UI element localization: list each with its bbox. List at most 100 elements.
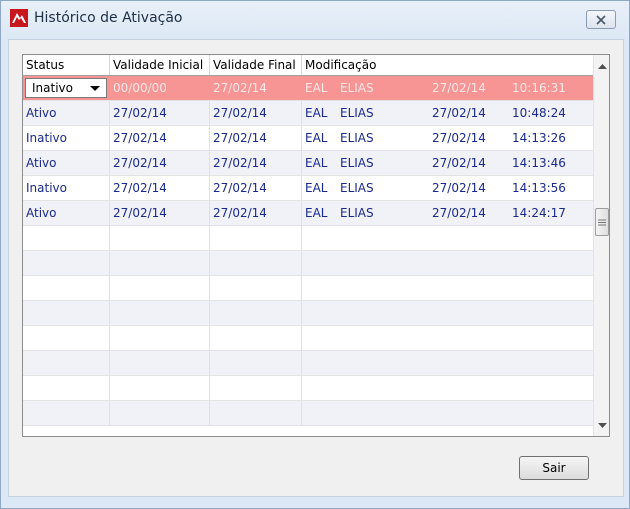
table-row-empty[interactable]: [23, 301, 593, 326]
cell-user-name[interactable]: ELIAS: [337, 76, 429, 100]
empty-cell[interactable]: [23, 251, 110, 275]
cell-validade-inicial[interactable]: 00/00/00: [110, 76, 210, 100]
empty-cell[interactable]: [23, 226, 110, 250]
cell-user-name[interactable]: ELIAS: [337, 126, 429, 150]
cell-user-name[interactable]: ELIAS: [337, 151, 429, 175]
cell-validade-final[interactable]: 27/02/14: [210, 101, 302, 125]
window-title: Histórico de Ativação: [34, 10, 183, 26]
cell-mod-date[interactable]: 27/02/14: [429, 126, 509, 150]
cell-status[interactable]: Ativo: [23, 201, 110, 225]
cell-validade-final[interactable]: 27/02/14: [210, 176, 302, 200]
table-row[interactable]: Ativo 27/02/14 27/02/14 EAL ELIAS 27/02/…: [23, 151, 593, 176]
cell-user-code[interactable]: EAL: [302, 101, 337, 125]
empty-cell[interactable]: [210, 226, 302, 250]
empty-cell[interactable]: [110, 276, 210, 300]
cell-mod-time[interactable]: 14:13:56: [509, 176, 593, 200]
table-row-empty[interactable]: [23, 326, 593, 351]
app-icon: [10, 9, 28, 27]
empty-cell[interactable]: [23, 301, 110, 325]
exit-button[interactable]: Sair: [519, 456, 589, 480]
cell-validade-final[interactable]: 27/02/14: [210, 126, 302, 150]
empty-cell[interactable]: [210, 276, 302, 300]
cell-user-code[interactable]: EAL: [302, 176, 337, 200]
scroll-up-button[interactable]: [594, 57, 609, 74]
cell-user-code[interactable]: EAL: [302, 126, 337, 150]
empty-cell[interactable]: [210, 326, 302, 350]
table-row-empty[interactable]: [23, 376, 593, 401]
empty-cell[interactable]: [110, 351, 210, 375]
cell-user-name[interactable]: ELIAS: [337, 176, 429, 200]
table-row[interactable]: Ativo 27/02/14 27/02/14 EAL ELIAS 27/02/…: [23, 101, 593, 126]
table-row[interactable]: Ativo 27/02/14 27/02/14 EAL ELIAS 27/02/…: [23, 201, 593, 226]
empty-cell[interactable]: [110, 251, 210, 275]
cell-validade-final[interactable]: 27/02/14: [210, 151, 302, 175]
table-row[interactable]: Inativo 27/02/14 27/02/14 EAL ELIAS 27/0…: [23, 126, 593, 151]
scroll-down-icon: [598, 422, 607, 428]
cell-status[interactable]: Inativo: [23, 176, 110, 200]
cell-validade-inicial[interactable]: 27/02/14: [110, 126, 210, 150]
cell-mod-date[interactable]: 27/02/14: [429, 151, 509, 175]
cell-validade-inicial[interactable]: 27/02/14: [110, 176, 210, 200]
grid-header: Status Validade Inicial Validade Final M…: [23, 55, 593, 76]
cell-status[interactable]: Inativo: [23, 126, 110, 150]
empty-cell[interactable]: [23, 401, 110, 425]
header-validade-final[interactable]: Validade Final: [210, 55, 302, 75]
cell-mod-time[interactable]: 14:13:46: [509, 151, 593, 175]
cell-mod-date[interactable]: 27/02/14: [429, 76, 509, 100]
cell-user-code[interactable]: EAL: [302, 151, 337, 175]
cell-validade-final[interactable]: 27/02/14: [210, 201, 302, 225]
scroll-down-button[interactable]: [594, 417, 609, 434]
cell-status[interactable]: Ativo: [23, 101, 110, 125]
empty-cell[interactable]: [110, 326, 210, 350]
cell-user-name[interactable]: ELIAS: [337, 201, 429, 225]
cell-mod-date[interactable]: 27/02/14: [429, 176, 509, 200]
empty-cell[interactable]: [210, 301, 302, 325]
window: Histórico de Ativação Status Validade In…: [0, 0, 630, 509]
client-area: Status Validade Inicial Validade Final M…: [8, 39, 624, 497]
table-row[interactable]: Inativo 27/02/14 27/02/14 EAL ELIAS 27/0…: [23, 176, 593, 201]
table-row-empty[interactable]: [23, 226, 593, 251]
cell-validade-inicial[interactable]: 27/02/14: [110, 151, 210, 175]
header-status[interactable]: Status: [23, 55, 110, 75]
cell-status[interactable]: Ativo: [23, 151, 110, 175]
empty-cell[interactable]: [110, 226, 210, 250]
cell-validade-inicial[interactable]: 27/02/14: [110, 101, 210, 125]
table-row-empty[interactable]: [23, 351, 593, 376]
empty-cell[interactable]: [110, 401, 210, 425]
dropdown-arrow-icon[interactable]: [90, 86, 100, 91]
grid-rows: Inativo 00/00/00 27/02/14 EAL ELIAS 27/0…: [23, 76, 593, 426]
cell-validade-final[interactable]: 27/02/14: [210, 76, 302, 100]
cell-user-code[interactable]: EAL: [302, 201, 337, 225]
history-grid[interactable]: Status Validade Inicial Validade Final M…: [22, 54, 610, 437]
empty-cell[interactable]: [210, 351, 302, 375]
empty-cell[interactable]: [23, 351, 110, 375]
empty-cell[interactable]: [110, 376, 210, 400]
cell-mod-time[interactable]: 10:16:31: [509, 76, 593, 100]
header-validade-inicial[interactable]: Validade Inicial: [110, 55, 210, 75]
empty-cell[interactable]: [23, 276, 110, 300]
empty-cell[interactable]: [23, 376, 110, 400]
header-modificacao[interactable]: Modificação: [302, 55, 593, 75]
cell-mod-time[interactable]: 10:48:24: [509, 101, 593, 125]
empty-cell[interactable]: [210, 251, 302, 275]
cell-user-name[interactable]: ELIAS: [337, 101, 429, 125]
cell-mod-time[interactable]: 14:24:17: [509, 201, 593, 225]
cell-validade-inicial[interactable]: 27/02/14: [110, 201, 210, 225]
table-row-selected[interactable]: Inativo 00/00/00 27/02/14 EAL ELIAS 27/0…: [23, 76, 593, 101]
vertical-scrollbar[interactable]: [593, 55, 609, 436]
title-bar[interactable]: Histórico de Ativação: [1, 1, 629, 39]
close-button[interactable]: [586, 10, 616, 29]
empty-cell[interactable]: [23, 326, 110, 350]
table-row-empty[interactable]: [23, 401, 593, 426]
status-dropdown[interactable]: Inativo: [25, 78, 107, 98]
cell-user-code[interactable]: EAL: [302, 76, 337, 100]
empty-cell[interactable]: [110, 301, 210, 325]
empty-cell[interactable]: [210, 376, 302, 400]
empty-cell[interactable]: [210, 401, 302, 425]
cell-mod-date[interactable]: 27/02/14: [429, 201, 509, 225]
cell-mod-date[interactable]: 27/02/14: [429, 101, 509, 125]
table-row-empty[interactable]: [23, 276, 593, 301]
scroll-thumb[interactable]: [595, 208, 609, 236]
cell-mod-time[interactable]: 14:13:26: [509, 126, 593, 150]
table-row-empty[interactable]: [23, 251, 593, 276]
